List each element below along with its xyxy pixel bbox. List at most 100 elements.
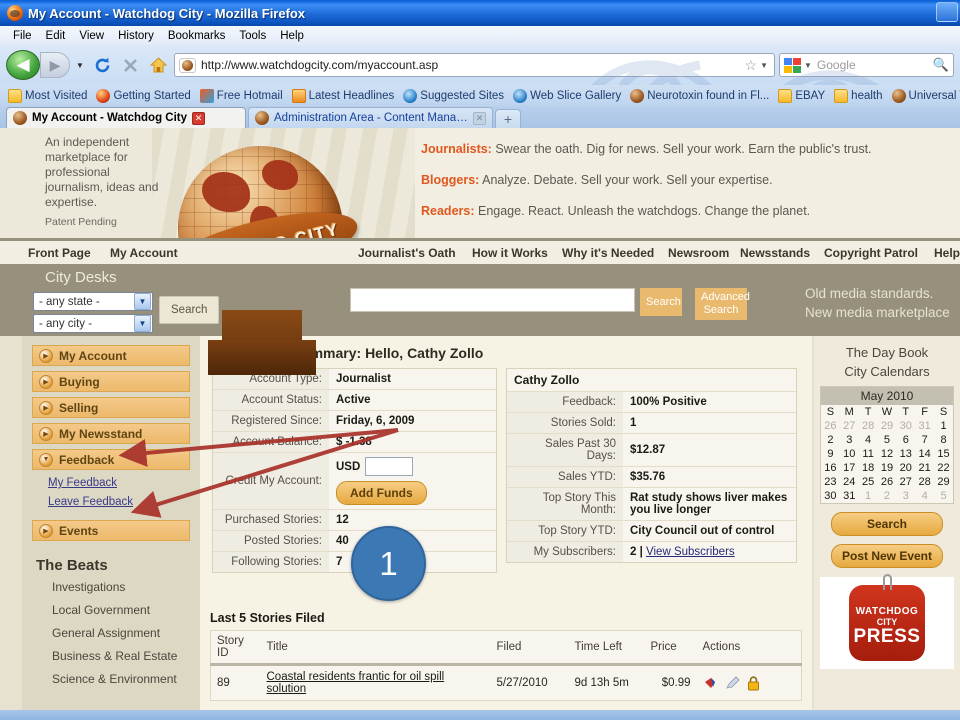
calendar-day[interactable]: 1: [859, 489, 878, 503]
nav-how-it-works[interactable]: How it Works: [472, 246, 548, 260]
menu-item-tools[interactable]: Tools: [232, 29, 273, 43]
calendar-day[interactable]: 17: [840, 461, 859, 475]
beat-investigations[interactable]: Investigations: [52, 580, 200, 594]
megaphone-icon[interactable]: [703, 676, 718, 691]
city-select[interactable]: - any city - ▼: [33, 314, 153, 333]
calendar-day[interactable]: 24: [840, 475, 859, 489]
beat-business-real-estate[interactable]: Business & Real Estate: [52, 649, 200, 663]
nav-help[interactable]: Help: [934, 246, 960, 260]
calendar-day[interactable]: 15: [934, 447, 953, 461]
calendar-day[interactable]: 31: [840, 489, 859, 503]
close-icon[interactable]: ✕: [192, 111, 206, 125]
forward-button[interactable]: ▶: [40, 52, 70, 78]
calendar-day[interactable]: 18: [859, 461, 878, 475]
new-tab-button[interactable]: +: [495, 109, 521, 128]
calendar-day[interactable]: 7: [915, 433, 934, 447]
add-funds-button[interactable]: Add Funds: [336, 481, 427, 505]
bookmark-getting-started[interactable]: Getting Started: [92, 88, 194, 104]
sidebar-item-my-account[interactable]: ▶ My Account: [32, 345, 190, 366]
calendar-day[interactable]: 29: [878, 419, 897, 433]
url-dropdown-icon[interactable]: ▼: [760, 61, 770, 70]
calendar-day[interactable]: 31: [915, 419, 934, 433]
window-controls[interactable]: [936, 2, 958, 22]
credit-amount-input[interactable]: [365, 457, 414, 476]
search-input[interactable]: Google: [817, 58, 933, 72]
bookmark-health[interactable]: health: [830, 88, 886, 104]
chevron-down-icon[interactable]: ▼: [134, 315, 151, 332]
calendar-day[interactable]: 12: [878, 447, 897, 461]
sidebar-item-feedback[interactable]: ▼ Feedback: [32, 449, 190, 470]
tab-my-account[interactable]: My Account - Watchdog City ✕: [6, 107, 246, 128]
calendar-day[interactable]: 5: [878, 433, 897, 447]
url-text[interactable]: http://www.watchdogcity.com/myaccount.as…: [201, 58, 438, 72]
menu-item-edit[interactable]: Edit: [39, 29, 73, 43]
calendar-day[interactable]: 20: [896, 461, 915, 475]
home-icon[interactable]: [146, 52, 170, 78]
beat-local-government[interactable]: Local Government: [52, 603, 200, 617]
calendar-day[interactable]: 4: [915, 489, 934, 503]
search-box[interactable]: ▼ Google 🔍: [779, 53, 954, 77]
sidebar-item-events[interactable]: ▶ Events: [32, 520, 190, 541]
calendar-day[interactable]: 6: [896, 433, 915, 447]
calendar-day[interactable]: 27: [840, 419, 859, 433]
main-search-input[interactable]: [350, 288, 635, 312]
story-title-link[interactable]: Coastal residents frantic for oil spill …: [267, 671, 445, 695]
calendar-day[interactable]: 8: [934, 433, 953, 447]
calendar-day[interactable]: 29: [934, 475, 953, 489]
calendar-day[interactable]: 22: [934, 461, 953, 475]
bookmark-universal-terms[interactable]: Universal Terms of: [888, 88, 960, 104]
calendar-day[interactable]: 4: [859, 433, 878, 447]
sidebar-item-selling[interactable]: ▶ Selling: [32, 397, 190, 418]
post-new-event-button[interactable]: Post New Event: [831, 544, 943, 568]
sidebar-item-my-newsstand[interactable]: ▶ My Newsstand: [32, 423, 190, 444]
desk-search-button[interactable]: Search: [159, 296, 220, 324]
calendar-day[interactable]: 10: [840, 447, 859, 461]
nav-journalists-oath[interactable]: Journalist's Oath: [358, 246, 456, 260]
calendar-day[interactable]: 16: [821, 461, 840, 475]
advanced-search-button[interactable]: Advanced Search: [695, 288, 750, 320]
menu-item-bookmarks[interactable]: Bookmarks: [161, 29, 233, 43]
main-search-button[interactable]: Search: [640, 288, 682, 316]
lock-icon[interactable]: [747, 675, 762, 691]
calendar-day[interactable]: 28: [915, 475, 934, 489]
minimize-button[interactable]: [936, 2, 958, 22]
calendar-day[interactable]: 21: [915, 461, 934, 475]
calendar-day[interactable]: 13: [896, 447, 915, 461]
tab-administration-area[interactable]: Administration Area - Content Manage... …: [248, 107, 493, 128]
nav-why-its-needed[interactable]: Why it's Needed: [562, 246, 654, 260]
url-bar[interactable]: http://www.watchdogcity.com/myaccount.as…: [174, 53, 775, 77]
calendar-day[interactable]: 1: [934, 419, 953, 433]
sidebar-link-leave-feedback[interactable]: Leave Feedback: [48, 496, 200, 508]
bookmark-web-slice-gallery[interactable]: Web Slice Gallery: [509, 88, 625, 104]
sidebar-item-buying[interactable]: ▶ Buying: [32, 371, 190, 392]
calendar-day[interactable]: 9: [821, 447, 840, 461]
nav-front-page[interactable]: Front Page: [28, 246, 91, 260]
nav-newsstands[interactable]: Newsstands: [740, 246, 810, 260]
calendar-day[interactable]: 5: [934, 489, 953, 503]
bookmark-latest-headlines[interactable]: Latest Headlines: [288, 88, 399, 104]
menu-item-help[interactable]: Help: [273, 29, 311, 43]
bookmark-suggested-sites[interactable]: Suggested Sites: [399, 88, 508, 104]
nav-copyright-patrol[interactable]: Copyright Patrol: [824, 246, 918, 260]
search-engine-dropdown-icon[interactable]: ▼: [804, 61, 812, 70]
bookmark-most-visited[interactable]: Most Visited: [4, 88, 91, 104]
stop-icon[interactable]: [118, 52, 142, 78]
edit-pencil-icon[interactable]: [725, 675, 740, 691]
beat-general-assignment[interactable]: General Assignment: [52, 626, 200, 640]
calendar-day[interactable]: 23: [821, 475, 840, 489]
calendar-day[interactable]: 27: [896, 475, 915, 489]
bookmark-star-icon[interactable]: ☆: [742, 57, 761, 74]
bookmark-free-hotmail[interactable]: Free Hotmail: [196, 88, 287, 104]
nav-newsroom[interactable]: Newsroom: [668, 246, 729, 260]
close-icon[interactable]: ✕: [473, 111, 486, 125]
sidebar-link-my-feedback[interactable]: My Feedback: [48, 477, 200, 489]
state-select[interactable]: - any state - ▼: [33, 292, 153, 311]
calendar-day[interactable]: 25: [859, 475, 878, 489]
calendar-day[interactable]: 3: [896, 489, 915, 503]
menu-item-view[interactable]: View: [72, 29, 111, 43]
chevron-down-icon[interactable]: ▼: [134, 293, 151, 310]
calendar-day[interactable]: 26: [821, 419, 840, 433]
calendar-day[interactable]: 3: [840, 433, 859, 447]
menu-item-file[interactable]: File: [6, 29, 39, 43]
calendar-search-button[interactable]: Search: [831, 512, 943, 536]
